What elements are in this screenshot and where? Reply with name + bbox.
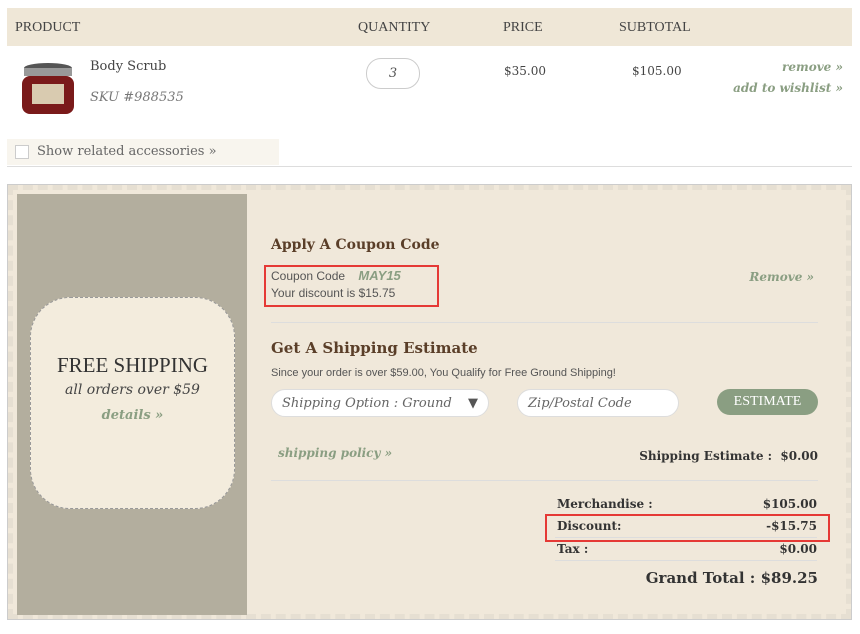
tax-value: $0.00 [779,542,817,556]
promo-details-link[interactable]: details » [31,408,234,423]
product-image[interactable] [18,60,78,120]
header-quantity: QUANTITY [358,20,431,35]
grand-total-value: $89.25 [760,569,818,587]
remove-link[interactable]: remove » [782,60,843,74]
zip-placeholder: Zip/Postal Code [528,396,632,411]
grand-total-label: Grand Total : [645,569,756,587]
coupon-title: Apply A Coupon Code [271,237,440,253]
divider [271,322,818,323]
item-subtotal: $105.00 [632,64,682,78]
table-header: PRODUCT QUANTITY PRICE SUBTOTAL [7,8,852,46]
shipping-option-select[interactable]: Shipping Option : Ground ▼ [271,389,489,417]
divider [7,166,852,167]
accessories-checkbox[interactable] [15,145,29,159]
item-price: $35.00 [504,64,546,78]
shipping-estimate-label: Shipping Estimate : [639,449,773,463]
divider [271,480,818,481]
coupon-code: MAY15 [358,268,401,283]
related-accessories-toggle[interactable]: Show related accessories » [7,139,279,165]
header-subtotal: SUBTOTAL [619,20,691,35]
quantity-input[interactable]: 3 [366,58,420,89]
chevron-down-icon: ▼ [468,396,478,411]
header-price: PRICE [503,20,543,35]
coupon-remove-link[interactable]: Remove » [749,270,814,284]
coupon-label: Coupon Code [271,269,346,283]
zip-input[interactable]: Zip/Postal Code [517,389,679,417]
header-product: PRODUCT [15,20,81,35]
product-sku: SKU #988535 [90,90,184,105]
discount-highlight [545,514,830,542]
promo-subtitle: all orders over $59 [65,382,200,398]
shipping-title: Get A Shipping Estimate [271,339,478,357]
estimate-button[interactable]: ESTIMATE [717,389,818,415]
merch-label: Merchandise : [557,497,653,511]
shipping-policy-link[interactable]: shipping policy » [278,446,392,460]
tax-label: Tax : [557,542,589,556]
wishlist-link[interactable]: add to wishlist » [733,81,843,95]
merch-value: $105.00 [762,497,817,511]
promo-title: FREE SHIPPING [56,353,209,377]
shipping-note: Since your order is over $59.00, You Qua… [271,367,616,379]
coupon-discount: Your discount is $15.75 [271,286,396,300]
accessories-label: Show related accessories » [37,144,217,159]
shipping-option-value: Shipping Option : Ground [282,396,452,411]
merch-row: Merchandise : $105.00 [555,492,817,515]
free-shipping-badge: FREE SHIPPING all orders over $59 detail… [30,297,235,509]
shipping-estimate-value: $0.00 [780,449,818,463]
product-name[interactable]: Body Scrub [90,59,166,74]
